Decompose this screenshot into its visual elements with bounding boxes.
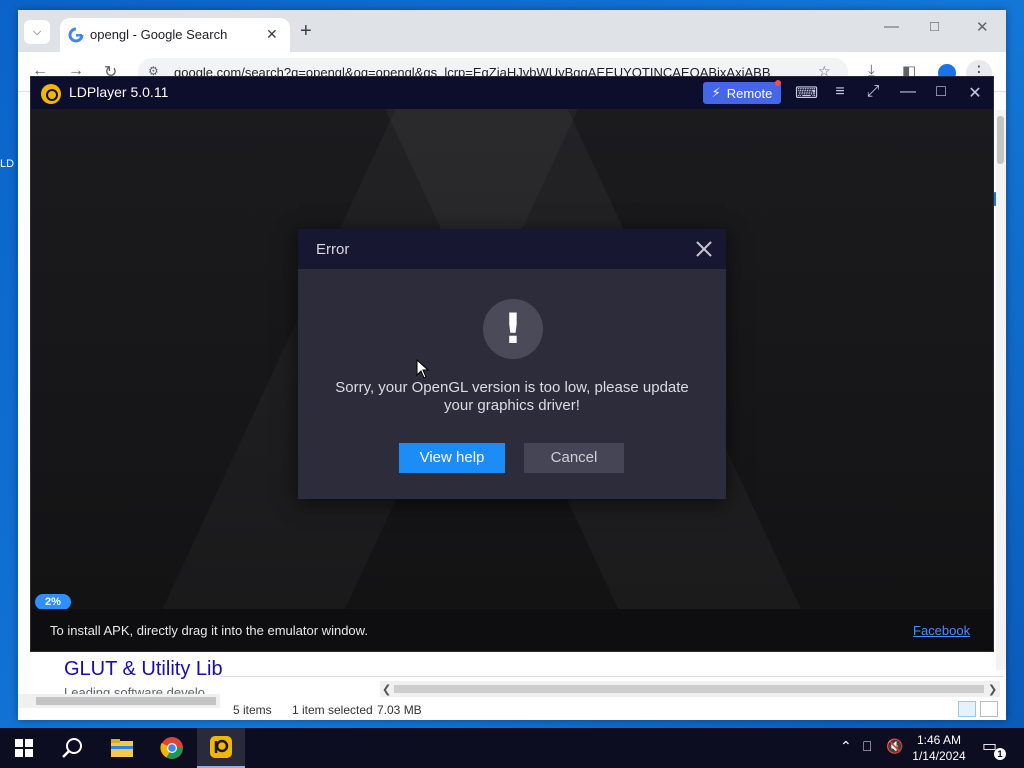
chevron-down-icon: ⌵: [32, 25, 42, 38]
chrome-icon: [160, 737, 183, 759]
selected-size: 7.03 MB: [377, 703, 422, 717]
view-help-button[interactable]: View help: [399, 443, 505, 473]
tab-title: opengl - Google Search: [90, 27, 228, 42]
explorer-hscrollbar[interactable]: ❮ ❯: [380, 681, 1000, 697]
file-explorer-window: ❮ ❯ 5 items 1 item selected 7.03 MB: [220, 676, 1004, 720]
new-tab-button[interactable]: +: [300, 20, 312, 43]
chrome-minimize-button[interactable]: —: [884, 18, 899, 35]
scroll-right-icon[interactable]: ❯: [988, 683, 997, 696]
folder-icon: [111, 739, 133, 757]
mouse-cursor-icon: [416, 359, 430, 379]
chrome-tabstrip: ⌵ opengl - Google Search ✕ + — □ ✕: [18, 10, 1006, 52]
close-icon[interactable]: [694, 239, 714, 259]
remote-button[interactable]: ⚡ Remote: [703, 82, 781, 104]
notification-dot: [775, 80, 781, 86]
page-scrollbar[interactable]: [996, 110, 1006, 670]
clock-date: 1/14/2024: [912, 749, 966, 763]
windows-logo-icon: [15, 739, 33, 757]
details-view-button[interactable]: [958, 701, 976, 717]
ldplayer-icon: [210, 736, 232, 758]
taskbar: ⌃ ⎕ 🔇 1:46 AM 1/14/2024 ▭ 1: [0, 728, 1024, 768]
clock-time: 1:46 AM: [916, 733, 962, 747]
remote-label: Remote: [726, 85, 773, 101]
cancel-button[interactable]: Cancel: [524, 443, 624, 473]
google-g-icon: [68, 27, 84, 43]
menu-icon[interactable]: ≡: [830, 83, 850, 101]
search-icon: [62, 738, 82, 758]
scrollbar-thumb[interactable]: [36, 697, 216, 705]
horizontal-scrollbar[interactable]: [18, 694, 220, 708]
ld-maximize-button[interactable]: □: [931, 83, 951, 101]
ldplayer-bottom-bar: To install APK, directly drag it into th…: [31, 609, 993, 651]
taskbar-ldplayer[interactable]: [197, 728, 245, 768]
exclamation-icon: !: [483, 299, 543, 359]
ldplayer-title: LDPlayer 5.0.11: [69, 84, 169, 100]
lightning-icon: ⚡: [711, 85, 721, 100]
facebook-link[interactable]: Facebook: [913, 623, 970, 638]
scroll-left-icon[interactable]: ❮: [382, 683, 391, 696]
ldplayer-titlebar: LDPlayer 5.0.11 ⚡ Remote ⌨ ≡ ⤢ — □ ✕: [31, 77, 993, 109]
tab-search-button[interactable]: ⌵: [24, 20, 50, 44]
scrollbar-thumb[interactable]: [997, 116, 1004, 164]
selected-count: 1 item selected: [292, 703, 373, 717]
error-dialog: Error ! Sorry, your OpenGL version is to…: [298, 229, 726, 499]
ld-close-button[interactable]: ✕: [965, 83, 985, 103]
install-apk-tip: To install APK, directly drag it into th…: [50, 623, 368, 638]
volume-muted-icon[interactable]: 🔇: [886, 738, 903, 755]
network-icon[interactable]: ⎕: [863, 738, 871, 755]
gamepad-icon[interactable]: ⌨: [795, 83, 818, 103]
start-button[interactable]: [0, 728, 48, 768]
taskbar-clock[interactable]: 1:46 AM 1/14/2024: [904, 732, 974, 764]
large-icons-view-button[interactable]: [980, 701, 998, 717]
chrome-maximize-button[interactable]: □: [930, 18, 939, 35]
error-message: Sorry, your OpenGL version is too low, p…: [335, 379, 689, 414]
notification-count-badge: 1: [994, 748, 1006, 760]
dialog-header: Error: [298, 229, 726, 269]
tray-chevron-up-icon[interactable]: ⌃: [840, 738, 852, 755]
shrink-icon[interactable]: ⤢: [863, 83, 883, 101]
desktop-icon-label[interactable]: LD: [0, 158, 18, 172]
search-result-title[interactable]: GLUT & Utility Lib: [64, 658, 223, 681]
taskbar-file-explorer[interactable]: [98, 728, 146, 768]
items-count: 5 items: [233, 703, 272, 717]
dialog-title: Error: [316, 241, 350, 258]
ldplayer-logo-icon: [41, 84, 61, 104]
tab-close-icon[interactable]: ✕: [266, 26, 278, 43]
taskbar-chrome[interactable]: [148, 728, 196, 768]
chrome-close-button[interactable]: ✕: [976, 18, 989, 36]
taskbar-search-button[interactable]: [48, 728, 96, 768]
ld-minimize-button[interactable]: —: [898, 83, 918, 101]
scrollbar-thumb[interactable]: [394, 685, 984, 693]
loading-progress-badge: 2%: [35, 594, 71, 610]
chrome-tab[interactable]: opengl - Google Search ✕: [60, 18, 290, 52]
